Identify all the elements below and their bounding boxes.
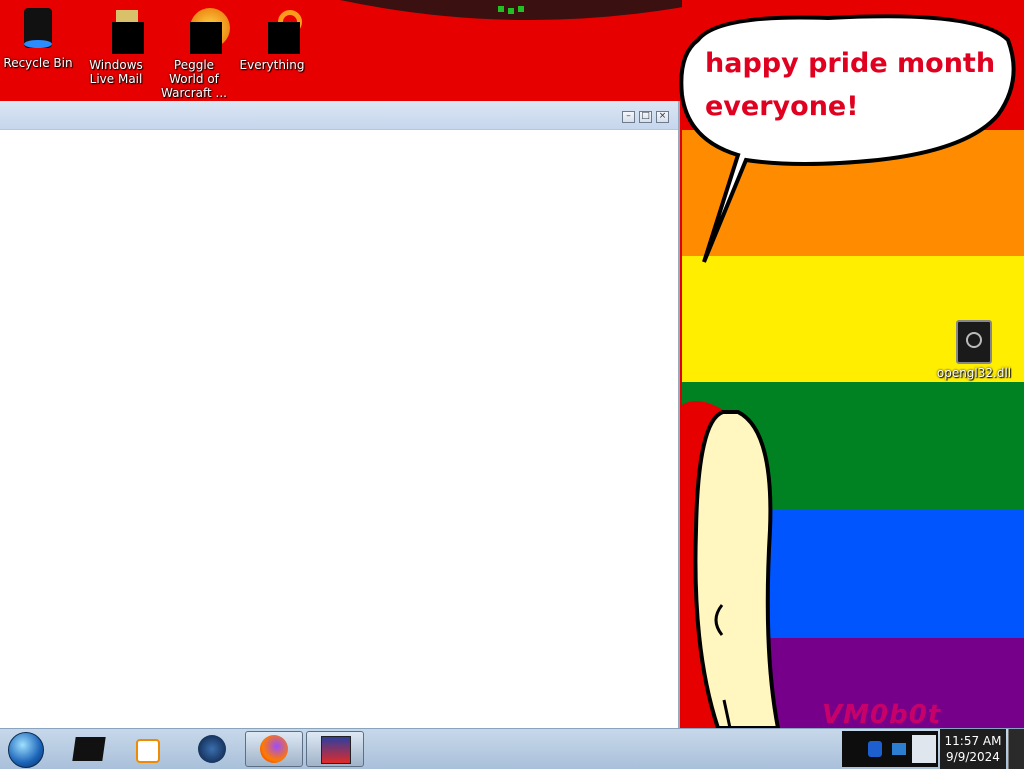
desktop-icon-label: Recycle Bin [3,56,73,70]
mail-icon [98,6,144,54]
recycle-bin-icon [20,6,56,48]
desktop-icon-label: opengl32.dll [936,366,1012,380]
shield-icon[interactable] [868,741,882,757]
taskbar-item-media-player[interactable] [120,731,178,767]
desktop-icon-label: Peggle World of Warcraft ... [161,58,227,100]
taskbar-item-app[interactable] [306,731,364,767]
app-window[interactable]: – □ × [0,101,680,728]
terminal-icon [72,737,106,761]
app-window-icon [321,736,351,764]
taskbar: 11:57 AM 9/9/2024 [0,728,1024,769]
desktop-icon-label: Windows Live Mail [89,58,143,86]
maximize-button[interactable]: □ [639,111,652,123]
network-icon[interactable] [892,743,906,755]
volume-icon[interactable] [912,735,936,763]
system-tray[interactable] [842,731,938,767]
dll-file-icon [956,320,992,364]
minimize-button[interactable]: – [622,111,635,123]
close-button[interactable]: × [656,111,669,123]
wallpaper-arc [340,0,720,20]
start-orb-icon [8,732,44,768]
window-titlebar[interactable]: – □ × [0,101,678,130]
globe-icon [198,735,226,763]
clock-date: 9/9/2024 [946,750,1000,764]
speech-bubble-text: happy pride month everyone! [705,48,996,122]
peggle-icon [176,6,230,54]
taskbar-item-terminal[interactable] [62,731,120,767]
desktop-icon-label: Everything [239,58,305,72]
clock[interactable]: 11:57 AM 9/9/2024 [940,729,1006,769]
search-icon [254,6,302,54]
clock-time: 11:57 AM [944,734,1002,748]
media-player-icon [136,739,160,763]
show-desktop-button[interactable] [1008,729,1024,769]
desktop-icon-peggle[interactable]: Peggle World of Warcraft ... [156,0,232,100]
desktop-icon-opengl32[interactable]: opengl32.dll [936,314,1012,380]
desktop-icon-windows-live-mail[interactable]: Windows Live Mail [78,0,154,86]
vm-logo: VM0b0t [822,700,942,730]
window-content [0,130,678,728]
desktop-icon-recycle-bin[interactable]: Recycle Bin [0,0,76,70]
desktop-icon-everything[interactable]: Everything [234,0,310,72]
taskbar-item-firefox[interactable] [245,731,303,767]
taskbar-item-globe[interactable] [184,731,242,767]
start-button[interactable] [6,730,46,768]
firefox-icon [260,735,288,763]
